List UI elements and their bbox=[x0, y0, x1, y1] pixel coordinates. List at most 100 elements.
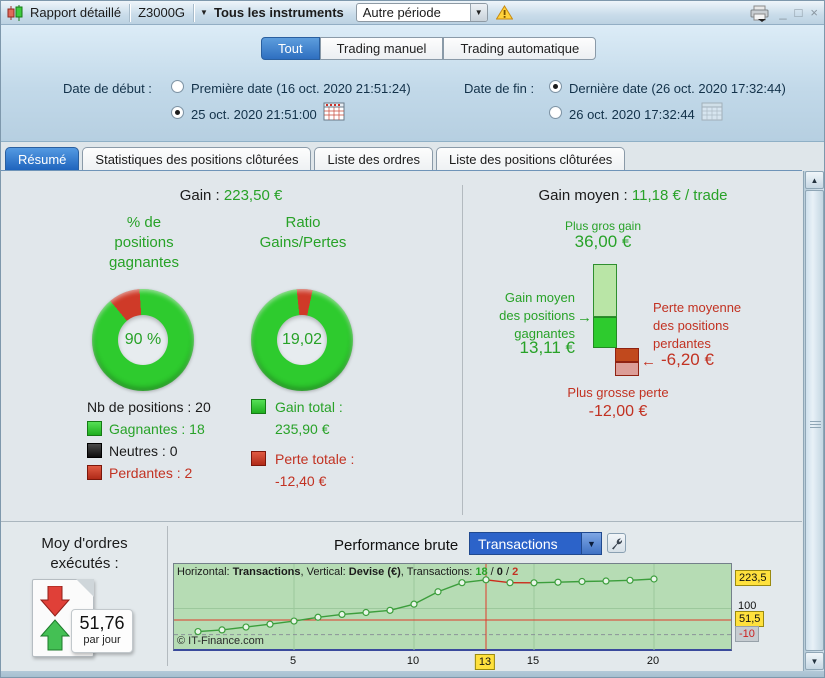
gain-moyen-line: Gain moyen : 11,18 € / trade bbox=[473, 187, 793, 204]
perte-totale-value: -12,40 € bbox=[275, 473, 327, 489]
arrow-right-icon: → bbox=[577, 309, 592, 326]
performance-section: Moy d'ordres exécutés : 51,76 par jour P… bbox=[1, 522, 802, 671]
bottom-strip bbox=[1, 671, 824, 677]
tab-resume[interactable]: Résumé bbox=[5, 147, 80, 170]
vertical-scrollbar[interactable]: ▲ ▼ bbox=[803, 171, 824, 671]
tab-liste-positions[interactable]: Liste des positions clôturées bbox=[435, 147, 626, 170]
ratio-value: 19,02 bbox=[281, 331, 323, 348]
gain-moyen-value: 11,18 € / trade bbox=[631, 187, 728, 204]
perte-totale-label: Perte totale : bbox=[275, 451, 355, 467]
orders-per-day-value: 51,76 bbox=[79, 613, 125, 633]
title-bar: Rapport détaillé Z3000G ▼ Tous les instr… bbox=[1, 1, 824, 25]
maximize-button[interactable]: □ bbox=[795, 6, 803, 19]
gain-moyen-label: Gain moyen : bbox=[538, 187, 628, 204]
scrollbar-thumb[interactable] bbox=[805, 190, 824, 651]
end-custom-date-option[interactable]: 26 oct. 2020 17:32:44 bbox=[569, 107, 695, 122]
y-axis-label: 51,5 bbox=[735, 611, 765, 627]
start-custom-date-option[interactable]: 25 oct. 2020 21:51:00 bbox=[191, 107, 317, 122]
gain-label: Gain : bbox=[179, 187, 220, 204]
page-fold bbox=[76, 579, 94, 597]
y-axis-label: 223,5 bbox=[735, 570, 771, 586]
orders-per-day-unit: par jour bbox=[83, 634, 121, 646]
perte-moyenne-label: Perte moyenne des positions perdantes bbox=[653, 300, 742, 351]
chart-settings-button[interactable] bbox=[607, 533, 626, 553]
x-axis-label: 20 bbox=[646, 655, 660, 667]
gain-moyen-gagnantes-value: 13,11 € bbox=[519, 338, 575, 357]
perte-moyenne-value: -6,20 € bbox=[661, 350, 714, 369]
y-axis-label: -10 bbox=[735, 625, 759, 642]
chevron-down-icon[interactable]: ▼ bbox=[581, 533, 601, 554]
scroll-down-button[interactable]: ▼ bbox=[805, 652, 824, 670]
positions-count: Nb de positions : 20 bbox=[87, 399, 211, 415]
gain-total-label: Gain total : bbox=[275, 399, 343, 415]
plus-gros-gain-value: 36,00 € bbox=[574, 232, 632, 251]
filter-panel: Tout Trading manuel Trading automatique … bbox=[1, 25, 824, 142]
performance-dropdown-value: Transactions bbox=[478, 535, 558, 552]
period-dropdown-value: Autre période bbox=[362, 5, 441, 20]
app-title: Rapport détaillé bbox=[30, 5, 122, 20]
gain-total-square bbox=[251, 399, 266, 414]
mode-tab-tout[interactable]: Tout bbox=[261, 37, 320, 60]
end-last-date-option[interactable]: Dernière date (26 oct. 2020 17:32:44) bbox=[569, 81, 786, 96]
performance-dropdown[interactable]: Transactions ▼ bbox=[469, 532, 602, 555]
gain-value: 223,50 € bbox=[223, 187, 283, 204]
wins-count: 18 bbox=[475, 566, 488, 578]
legend-square-gagnantes bbox=[87, 421, 102, 436]
winrate-title: % de positions gagnantes bbox=[108, 214, 180, 271]
plus-grosse-perte-value: -12,00 € bbox=[588, 403, 648, 420]
x-axis-label: 5 bbox=[289, 655, 297, 667]
orders-per-day-box: 51,76 par jour bbox=[71, 609, 133, 653]
x-axis-label: 15 bbox=[526, 655, 540, 667]
gain-bar-light bbox=[593, 264, 617, 318]
mode-segmented-control: Tout Trading manuel Trading automatique bbox=[261, 37, 597, 60]
legend-square-perdantes bbox=[87, 465, 102, 480]
start-date-label: Date de début : bbox=[63, 81, 152, 96]
thumb-grip bbox=[810, 420, 821, 428]
candlestick-icon bbox=[7, 4, 23, 21]
chart-header: Horizontal: Transactions, Vertical: Devi… bbox=[177, 566, 519, 578]
tab-liste-ordres[interactable]: Liste des ordres bbox=[314, 147, 433, 170]
separator bbox=[129, 3, 131, 22]
mode-tab-trading-automatique[interactable]: Trading automatique bbox=[443, 37, 597, 60]
printer-icon[interactable] bbox=[749, 4, 771, 22]
legend-square-neutres bbox=[87, 443, 102, 458]
scroll-up-button[interactable]: ▲ bbox=[805, 171, 824, 189]
end-date-label: Date de fin : bbox=[464, 81, 535, 96]
period-dropdown[interactable]: Autre période ▼ bbox=[355, 3, 488, 22]
ratio-title: Ratio Gains/Pertes bbox=[259, 214, 347, 251]
winrate-value: 90 % bbox=[124, 331, 162, 348]
wrench-icon bbox=[612, 537, 623, 549]
gain-total-line: Gain : 223,50 € bbox=[11, 187, 451, 204]
mode-tab-trading-manuel[interactable]: Trading manuel bbox=[319, 37, 444, 60]
separator bbox=[193, 3, 195, 22]
summary-panel: Gain : 223,50 € % de positions gagnantes… bbox=[1, 171, 802, 521]
instrument-selector[interactable]: Tous les instruments bbox=[212, 5, 346, 20]
instrument-code: Z3000G bbox=[138, 5, 186, 20]
orders-per-day-title: Moy d'ordres exécutés : bbox=[41, 535, 128, 572]
chevron-down-icon: ▼ bbox=[200, 8, 208, 17]
loss-bar-light bbox=[615, 362, 639, 376]
gain-total-value: 235,90 € bbox=[275, 421, 330, 437]
performance-label: Performance brute bbox=[334, 537, 459, 554]
end-last-date-radio[interactable] bbox=[549, 80, 562, 93]
x-axis-label: 10 bbox=[406, 655, 420, 667]
close-button[interactable]: × bbox=[810, 6, 818, 19]
arrow-left-icon: ← bbox=[641, 353, 656, 370]
chevron-down-icon[interactable]: ▼ bbox=[469, 4, 487, 21]
start-first-date-option[interactable]: Première date (16 oct. 2020 21:51:24) bbox=[191, 81, 411, 96]
warning-icon bbox=[495, 5, 513, 20]
start-custom-date-radio[interactable] bbox=[171, 106, 184, 119]
minimize-button[interactable]: _ bbox=[779, 6, 786, 19]
end-custom-date-radio[interactable] bbox=[549, 106, 562, 119]
tab-statistiques[interactable]: Statistiques des positions clôturées bbox=[82, 147, 312, 170]
start-first-date-radio[interactable] bbox=[171, 80, 184, 93]
calendar-icon[interactable] bbox=[323, 101, 345, 121]
x-axis-label: 13 bbox=[474, 654, 496, 670]
legend-gagnantes: Gagnantes : 18 bbox=[109, 421, 205, 437]
up-down-arrows-icon bbox=[39, 586, 71, 651]
calendar-icon-disabled bbox=[701, 102, 723, 121]
loss-bar-dark bbox=[615, 348, 639, 363]
legend-neutres: Neutres : 0 bbox=[109, 443, 178, 459]
legend-perdantes: Perdantes : 2 bbox=[109, 465, 193, 481]
chart-copyright: © IT-Finance.com bbox=[177, 635, 264, 647]
